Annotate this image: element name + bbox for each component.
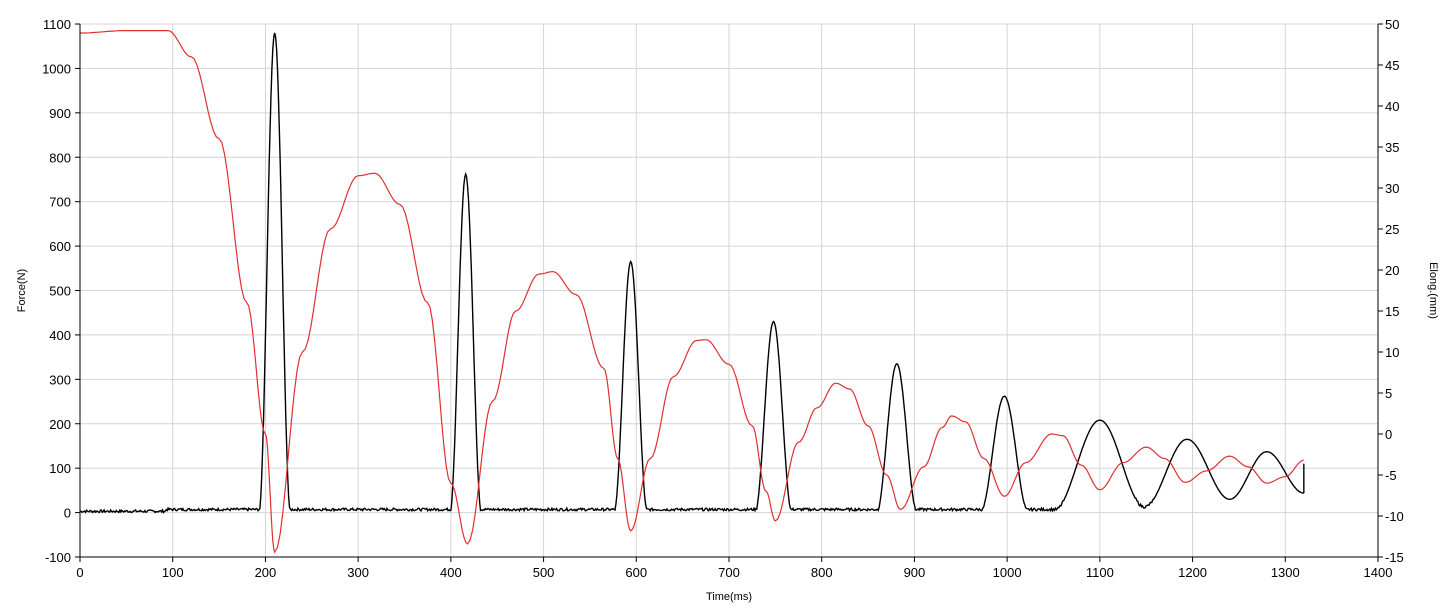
y2-tick-label: 0: [1385, 427, 1392, 442]
y2-tick-label: 50: [1385, 17, 1399, 32]
y-tick-label: 500: [49, 284, 71, 299]
tick-labels: 0 100 200 300 400 500 600 700 800 900 1000 1100 1200…: [42, 17, 1404, 580]
y2-tick-label: 40: [1385, 99, 1399, 114]
x-tick-label: 500: [533, 565, 555, 580]
x-tick-label: 300: [347, 565, 369, 580]
y2-tick-label: -15: [1385, 550, 1404, 565]
x-tick-label: 1000: [993, 565, 1022, 580]
dual-axis-line-chart: 0 100 200 300 400 500 600 700 800 900 1000 1100 1200…: [16, 17, 1439, 603]
x-tick-label: 600: [625, 565, 647, 580]
elongation-series-line: [80, 30, 1304, 554]
x-tick-label: 100: [162, 565, 184, 580]
y2-tick-label: -5: [1385, 468, 1397, 483]
grid-lines: [79, 23, 1379, 558]
y-tick-label: 1100: [43, 17, 71, 32]
y2-tick-label: 20: [1385, 263, 1399, 278]
y2-tick-label: -10: [1385, 509, 1404, 524]
x-tick-label: 400: [440, 565, 462, 580]
force-series-line: [79, 32, 1304, 514]
y2-tick-label: 45: [1385, 58, 1399, 73]
y-axis-title: Force(N): [16, 269, 28, 312]
y2-tick-label: 35: [1385, 140, 1399, 155]
y2-tick-label: 30: [1385, 181, 1399, 196]
x-tick-label: 200: [255, 565, 277, 580]
x-tick-label: 800: [811, 565, 833, 580]
x-axis-title: Time(ms): [706, 591, 752, 603]
y-tick-label: 200: [49, 417, 71, 432]
y2-tick-label: 15: [1385, 304, 1399, 319]
y-tick-label: -100: [45, 550, 71, 565]
chart-container: 0 100 200 300 400 500 600 700 800 900 1000 1100 1200…: [0, 0, 1445, 608]
x-tick-label: 1100: [1086, 565, 1114, 580]
x-tick-label: 900: [904, 565, 926, 580]
y-tick-label: 900: [49, 106, 71, 121]
y-tick-label: 100: [49, 461, 71, 476]
x-tick-label: 1300: [1271, 565, 1300, 580]
y2-tick-label: 10: [1385, 345, 1399, 360]
y-tick-label: 800: [49, 150, 71, 165]
y2-tick-label: 5: [1385, 386, 1392, 401]
x-tick-label: 0: [76, 565, 83, 580]
x-tick-label: 1400: [1364, 565, 1393, 580]
series-lines: [79, 30, 1305, 554]
y2-tick-label: 25: [1385, 222, 1399, 237]
x-tick-label: 700: [718, 565, 740, 580]
y-tick-label: 700: [49, 195, 71, 210]
y-tick-label: 0: [64, 506, 71, 521]
y-tick-label: 400: [49, 328, 71, 343]
y-tick-label: 300: [49, 372, 71, 387]
y-tick-label: 600: [49, 239, 71, 254]
y-tick-label: 1000: [42, 61, 71, 76]
y2-axis-title: Elong.(mm): [1427, 262, 1439, 319]
x-tick-label: 1200: [1178, 565, 1207, 580]
